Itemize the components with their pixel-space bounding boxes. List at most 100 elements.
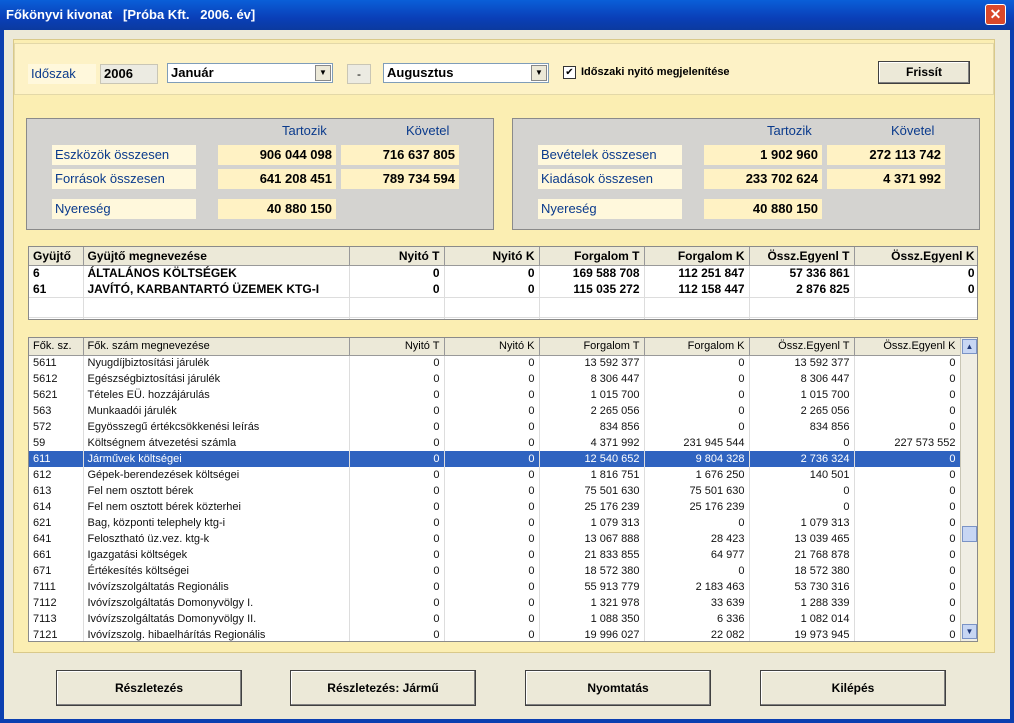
- table-cell: 1 015 700: [749, 387, 855, 403]
- account-grid-scrollbar[interactable]: ▲ ▼: [960, 338, 977, 641]
- account-row[interactable]: 59 Költségnem átvezetési számla 0 0 4 371 99…: [29, 435, 961, 451]
- debit-header: Tartozik: [767, 123, 812, 138]
- account-header-5[interactable]: Forgalom K: [644, 338, 750, 356]
- account-row[interactable]: 611 Járművek költségei 0 0 12 540 652 9 804 3…: [29, 451, 961, 467]
- table-cell: Ivóvízszolgáltatás Domonyvölgy II.: [83, 611, 350, 627]
- table-cell: 21 768 878: [749, 547, 855, 563]
- table-cell: [29, 296, 84, 317]
- chevron-down-icon[interactable]: ▼: [315, 65, 331, 81]
- table-cell: 18 572 380: [749, 563, 855, 579]
- table-cell: 13 039 465: [749, 531, 855, 547]
- scroll-thumb[interactable]: [962, 526, 977, 542]
- table-cell: 1 082 014: [749, 611, 855, 627]
- table-cell: [83, 316, 350, 319]
- table-cell: 0: [349, 265, 445, 281]
- print-button[interactable]: Nyomtatás: [525, 670, 711, 706]
- collector-header-1[interactable]: Gyüjtő megnevezése: [83, 247, 350, 266]
- to-month-select[interactable]: Augusztus ▼: [383, 63, 549, 83]
- details-button[interactable]: Részletezés: [56, 670, 242, 706]
- table-cell: 1 288 339: [749, 595, 855, 611]
- table-cell: 21 833 855: [539, 547, 645, 563]
- table-cell: 59: [29, 435, 84, 451]
- collector-header-3[interactable]: Nyitó K: [444, 247, 540, 266]
- table-cell: 6: [29, 265, 84, 281]
- show-opening-label[interactable]: Időszaki nyitó megjelenítése: [581, 66, 730, 78]
- account-row[interactable]: 7111 Ivóvízszolgáltatás Regionális 0 0 55 91…: [29, 579, 961, 595]
- table-cell: 0: [854, 499, 961, 515]
- account-row[interactable]: 7112 Ivóvízszolgáltatás Domonyvölgy I. 0 0 1…: [29, 595, 961, 611]
- account-row[interactable]: 563 Munkaadói járulék 0 0 2 265 056 0 2 265 05…: [29, 403, 961, 419]
- table-cell: 0: [854, 531, 961, 547]
- account-row[interactable]: 612 Gépek-berendezések költségei 0 0 1 816 7…: [29, 467, 961, 483]
- table-cell: [749, 296, 855, 317]
- table-cell: 0: [749, 483, 855, 499]
- table-cell: 0: [644, 563, 750, 579]
- table-cell: 0: [444, 419, 540, 435]
- scroll-up-icon[interactable]: ▲: [962, 339, 977, 354]
- table-cell: 0: [444, 531, 540, 547]
- account-header-7[interactable]: Össz.Egyenl K: [854, 338, 961, 356]
- collector-grid[interactable]: Gyüjtő Gyüjtő megnevezése Nyitó T Nyitó K Fo…: [28, 246, 978, 320]
- account-row[interactable]: 7113 Ivóvízszolgáltatás Domonyvölgy II. 0 0…: [29, 611, 961, 627]
- account-header-4[interactable]: Forgalom T: [539, 338, 645, 356]
- account-row[interactable]: 572 Egyösszegű értékcsökkenési leírás 0 0 83…: [29, 419, 961, 435]
- table-cell: 2 265 056: [749, 403, 855, 419]
- details-vehicle-button[interactable]: Részletezés: Jármű: [290, 670, 476, 706]
- account-row[interactable]: 613 Fel nem osztott bérek 0 0 75 501 630 75 5…: [29, 483, 961, 499]
- account-grid[interactable]: Fők. sz. Fők. szám megnevezése Nyitó T Nyit…: [28, 337, 978, 642]
- table-cell: 7112: [29, 595, 84, 611]
- account-row[interactable]: 5612 Egészségbiztosítási járulék 0 0 8 306 4…: [29, 371, 961, 387]
- profit-label: Nyereség: [538, 199, 682, 219]
- year-field[interactable]: 2006: [100, 64, 158, 84]
- table-cell: [444, 296, 540, 317]
- collector-header-5[interactable]: Forgalom K: [644, 247, 750, 266]
- table-cell: 0: [854, 563, 961, 579]
- account-row[interactable]: 614 Fel nem osztott bérek közterhei 0 0 25 1…: [29, 499, 961, 515]
- table-cell: 57 336 861: [749, 265, 855, 281]
- liabilities-total-label: Források összesen: [52, 169, 196, 189]
- table-cell: [29, 316, 84, 319]
- account-row[interactable]: 661 Igazgatási költségek 0 0 21 833 855 64 97…: [29, 547, 961, 563]
- collector-header-2[interactable]: Nyitó T: [349, 247, 445, 266]
- collector-header-0[interactable]: Gyüjtő: [29, 247, 84, 266]
- table-cell: [539, 316, 645, 319]
- account-row[interactable]: 671 Értékesítés költségei 0 0 18 572 380 0 18 …: [29, 563, 961, 579]
- expenses-total-credit: 4 371 992: [827, 169, 945, 189]
- table-cell: 0: [349, 611, 445, 627]
- refresh-button[interactable]: Frissít: [878, 61, 970, 84]
- revenue-total-label: Bevételek összesen: [538, 145, 682, 165]
- table-cell: 0: [444, 547, 540, 563]
- table-cell: 0: [349, 483, 445, 499]
- chevron-down-icon[interactable]: ▼: [531, 65, 547, 81]
- collector-header-4[interactable]: Forgalom T: [539, 247, 645, 266]
- table-cell: 0: [854, 355, 961, 371]
- table-cell: 13 067 888: [539, 531, 645, 547]
- account-header-1[interactable]: Fők. szám megnevezése: [83, 338, 350, 356]
- collector-row[interactable]: 61 JAVÍTÓ, KARBANTARTÓ ÜZEMEK KTG-I 0 0 115 …: [29, 281, 977, 297]
- table-cell: 0: [349, 419, 445, 435]
- show-opening-checkbox[interactable]: ✔: [563, 66, 576, 79]
- account-row[interactable]: 641 Felosztható üz.vez. ktg-k 0 0 13 067 888…: [29, 531, 961, 547]
- table-cell: [539, 296, 645, 317]
- account-row[interactable]: 7121 Ivóvízszolg. hibaelhárítás Regionáli…: [29, 627, 961, 641]
- table-cell: 2 183 463: [644, 579, 750, 595]
- account-header-2[interactable]: Nyitó T: [349, 338, 445, 356]
- close-button[interactable]: ✕: [985, 4, 1006, 25]
- table-cell: 5612: [29, 371, 84, 387]
- from-month-select[interactable]: Január ▼: [167, 63, 333, 83]
- table-cell: Felosztható üz.vez. ktg-k: [83, 531, 350, 547]
- account-row[interactable]: 5611 Nyugdíjbiztosítási járulék 0 0 13 592 3…: [29, 355, 961, 371]
- account-row[interactable]: 5621 Tételes EÜ. hozzájárulás 0 0 1 015 700 0…: [29, 387, 961, 403]
- collector-header-6[interactable]: Össz.Egyenl T: [749, 247, 855, 266]
- account-header-6[interactable]: Össz.Egyenl T: [749, 338, 855, 356]
- table-cell: 0: [854, 483, 961, 499]
- account-header-0[interactable]: Fők. sz.: [29, 338, 84, 356]
- collector-header-7[interactable]: Össz.Egyenl K: [854, 247, 977, 266]
- account-row[interactable]: 621 Bag, központi telephely ktg-i 0 0 1 079 …: [29, 515, 961, 531]
- collector-row[interactable]: 6 ÁLTALÁNOS KÖLTSÉGEK 0 0 169 588 708 112 251…: [29, 265, 977, 281]
- table-cell: 0: [349, 547, 445, 563]
- scroll-down-icon[interactable]: ▼: [962, 624, 977, 639]
- exit-button[interactable]: Kilépés: [760, 670, 946, 706]
- table-cell: 5621: [29, 387, 84, 403]
- account-header-3[interactable]: Nyitó K: [444, 338, 540, 356]
